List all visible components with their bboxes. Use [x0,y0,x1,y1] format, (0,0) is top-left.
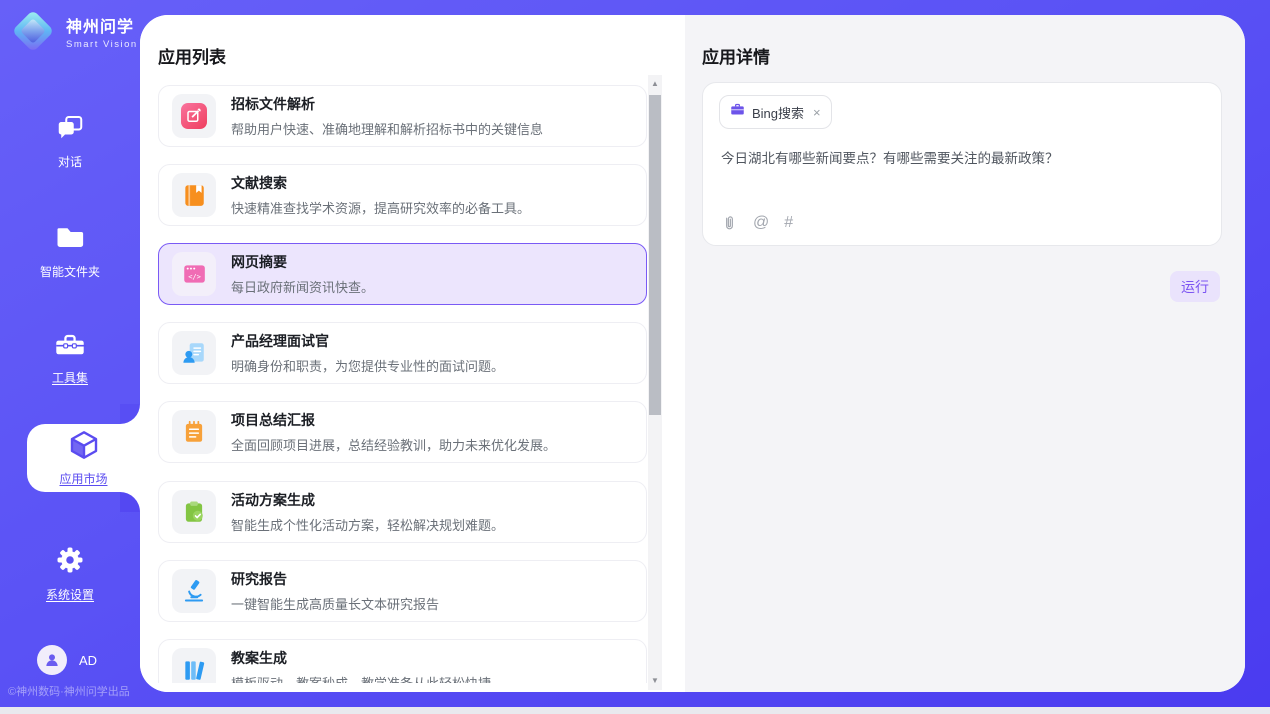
app-desc: 模板驱动，教案秒成，教学准备从此轻松快捷 [231,673,491,683]
app-desc: 帮助用户快速、准确地理解和解析招标书中的关键信息 [231,119,543,138]
paperclip-icon[interactable] [721,215,738,232]
books-icon [172,648,216,683]
sidebar-item-label: 智能文件夹 [40,263,100,280]
app-desc: 全面回顾项目进展，总结经验教训，助力未来优化发展。 [231,435,556,454]
app-card-pm-interviewer[interactable]: 产品经理面试官 明确身份和职责，为您提供专业性的面试问题。 [158,322,647,384]
sidebar-item-settings[interactable]: 系统设置 [0,545,140,603]
app-card-event-plan[interactable]: 活动方案生成 智能生成个性化活动方案，轻松解决规划难题。 [158,481,647,543]
mention-icon[interactable]: @ [753,214,769,232]
app-card-project-summary[interactable]: 项目总结汇报 全面回顾项目进展，总结经验教训，助力未来优化发展。 [158,401,647,463]
app-list-scrollbar[interactable]: ▲ ▼ [648,75,662,690]
brand-subtitle: Smart Vision [66,39,138,50]
app-card-web-summary[interactable]: </> 网页摘要 每日政府新闻资讯快查。 [158,243,647,305]
app-list-scroll-area: 招标文件解析 帮助用户快速、准确地理解和解析招标书中的关键信息 文献搜索 快速精… [140,75,685,683]
cube-icon [68,429,100,466]
sidebar-item-toolset[interactable]: 工具集 [0,330,140,386]
main-content: 应用列表 招标文件解析 帮助用户快速、准确地理解和解析招标书中的关键信息 [140,15,1245,692]
user-initials: AD [79,653,97,668]
app-desc: 智能生成个性化活动方案，轻松解决规划难题。 [231,515,504,534]
app-list-title: 应用列表 [158,43,226,68]
sidebar-item-label: 对话 [58,153,82,170]
avatar [37,645,67,675]
sidebar: 神州问学 Smart Vision 对话 智能文件夹 [0,0,140,707]
microscope-icon [172,569,216,613]
sidebar-item-smart-folder[interactable]: 智能文件夹 [0,222,140,280]
app-desc: 快速精准查找学术资源，提高研究效率的必备工具。 [231,198,530,217]
user-account[interactable]: AD [37,645,97,675]
app-name: 活动方案生成 [231,490,504,510]
chat-icon [55,112,85,147]
app-detail-title: 应用详情 [702,43,770,68]
scrollbar-down-icon[interactable]: ▼ [648,674,662,688]
svg-text:</>: </> [188,272,201,281]
app-desc: 明确身份和职责，为您提供专业性的面试问题。 [231,356,504,375]
toolbox-icon [54,330,86,363]
bubble-notch-bottom [120,492,140,512]
app-list-panel: 应用列表 招标文件解析 帮助用户快速、准确地理解和解析招标书中的关键信息 [140,15,685,692]
app-name: 研究报告 [231,569,439,589]
scrollbar-thumb[interactable] [649,95,661,415]
query-input[interactable]: 今日湖北有哪些新闻要点？有哪些需要关注的最新政策？ [721,149,1201,169]
tool-chip-bing-search[interactable]: Bing搜索 × [719,95,832,129]
sidebar-item-chat[interactable]: 对话 [0,112,140,170]
browser-icon: </> [172,252,216,296]
tool-chip-label: Bing搜索 [752,103,804,122]
app-name: 文献搜索 [231,173,530,193]
app-name: 产品经理面试官 [231,331,504,351]
clipboard-check-icon [172,490,216,534]
app-card-literature-search[interactable]: 文献搜索 快速精准查找学术资源，提高研究效率的必备工具。 [158,164,647,226]
brand-logo-icon [12,10,54,52]
app-detail-panel: 应用详情 Bing搜索 × 今日湖北有哪些新闻要点？有哪些需要关注的最新政策？ [685,15,1245,692]
composer-toolbar: @ # [721,214,793,232]
app-name: 教案生成 [231,648,491,668]
bubble-notch-top [120,404,140,424]
book-icon [172,173,216,217]
hashtag-icon[interactable]: # [784,214,793,232]
copyright-footer: ©神州数码·神州问学出品 [8,683,130,699]
sidebar-item-app-market[interactable]: 应用市场 [27,424,140,492]
brand-name: 神州问学 [66,13,138,37]
app-desc: 每日政府新闻资讯快查。 [231,277,374,296]
app-card-research-report[interactable]: 研究报告 一键智能生成高质量长文本研究报告 [158,560,647,622]
folder-icon [55,222,85,257]
bottom-strip [0,707,1270,714]
chip-close-icon[interactable]: × [813,105,821,120]
app-name: 招标文件解析 [231,94,543,114]
interviewer-icon [172,331,216,375]
sidebar-item-label: 系统设置 [46,586,94,603]
app-name: 网页摘要 [231,252,374,272]
pen-square-icon [172,94,216,138]
gear-icon [55,545,85,580]
sidebar-item-label: 应用市场 [59,470,107,487]
app-desc: 一键智能生成高质量长文本研究报告 [231,594,439,613]
sidebar-item-label: 工具集 [52,369,88,386]
app-card-bid-document-analysis[interactable]: 招标文件解析 帮助用户快速、准确地理解和解析招标书中的关键信息 [158,85,647,147]
composer-card: Bing搜索 × 今日湖北有哪些新闻要点？有哪些需要关注的最新政策？ @ # [702,82,1222,246]
brand: 神州问学 Smart Vision [12,10,138,52]
app-name: 项目总结汇报 [231,410,556,430]
notepad-icon [172,410,216,454]
scrollbar-up-icon[interactable]: ▲ [648,77,662,91]
briefcase-icon [730,102,745,122]
run-button[interactable]: 运行 [1170,271,1220,302]
app-card-lesson-plan[interactable]: 教案生成 模板驱动，教案秒成，教学准备从此轻松快捷 [158,639,647,683]
